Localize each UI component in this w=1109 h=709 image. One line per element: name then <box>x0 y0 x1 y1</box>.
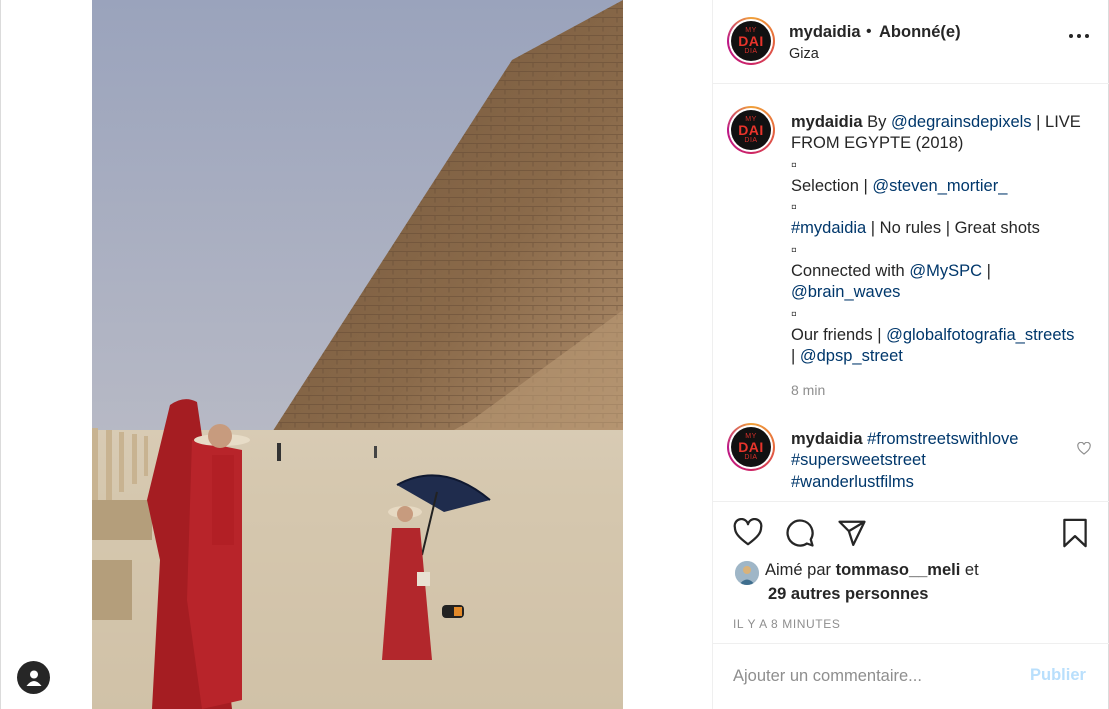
separator-dot: • <box>866 23 872 40</box>
mydaidia-logo: MY DAI DIA <box>731 427 771 467</box>
hashtag-link[interactable]: #fromstreetswithlove <box>867 430 1018 448</box>
separator-square: ▫ <box>791 240 797 259</box>
post-photo[interactable] <box>92 0 623 709</box>
logo-text-dai: DAI <box>738 33 764 49</box>
user-icon <box>26 670 41 686</box>
mydaidia-logo: MY DAI DIA <box>731 110 771 150</box>
separator-square: ▫ <box>791 198 797 217</box>
caption-text-part: Selection | <box>791 176 873 195</box>
caption-text-part: | No rules | Great shots <box>866 219 1040 238</box>
logo-text-dia: DIA <box>744 137 758 144</box>
separator-square: ▫ <box>791 155 797 174</box>
account-button[interactable] <box>17 661 50 694</box>
post-photo-image <box>92 0 623 709</box>
logo-text-dia: DIA <box>744 454 758 461</box>
heart-icon[interactable] <box>733 518 763 548</box>
mention-link[interactable]: @steven_mortier_ <box>872 177 1007 195</box>
liker-username[interactable]: tommaso__meli <box>836 561 961 579</box>
comment-username[interactable]: mydaidia <box>791 430 863 448</box>
media-area <box>0 0 712 709</box>
liker-avatar[interactable] <box>735 561 759 585</box>
likes-summary: Aimé par tommaso__meli et <box>765 561 979 580</box>
post-panel: MY DAI DIA mydaidia • Abonné(e) Giza MY … <box>712 0 1109 709</box>
liker-avatar-image <box>735 561 759 585</box>
likes-prefix: Aimé par <box>765 561 836 579</box>
comment-input[interactable] <box>733 664 1023 688</box>
caption-text-part: | <box>791 347 800 366</box>
bookmark-icon[interactable] <box>1060 518 1090 548</box>
author-avatar[interactable]: MY DAI DIA <box>727 17 775 65</box>
post-header: MY DAI DIA mydaidia • Abonné(e) Giza <box>713 0 1109 84</box>
paper-plane-icon[interactable] <box>837 518 867 548</box>
caption-text-part: Connected with <box>791 262 910 281</box>
caption-avatar[interactable]: MY DAI DIA <box>727 106 775 154</box>
mention-link[interactable]: @MySPC <box>909 262 982 280</box>
separator-square: ▫ <box>791 304 797 323</box>
mydaidia-logo: MY DAI DIA <box>731 21 771 61</box>
post-timestamp[interactable]: IL Y A 8 MINUTES <box>733 617 840 631</box>
logo-text-dai: DAI <box>738 439 764 455</box>
comment-like-heart-icon[interactable] <box>1077 442 1091 455</box>
comments-list[interactable]: MY DAI DIA mydaidia By @degrainsdepixels… <box>713 84 1109 501</box>
mention-link[interactable]: @dpsp_street <box>800 347 903 365</box>
comment-text: mydaidia #fromstreetswithlove #superswee… <box>791 429 1061 493</box>
post-actions: Aimé par tommaso__meli et 29 autres pers… <box>713 501 1109 643</box>
more-dot <box>1069 34 1073 38</box>
add-comment-section: Publier <box>713 643 1109 709</box>
caption-text-part: Our friends | <box>791 325 887 344</box>
post-location[interactable]: Giza <box>789 46 819 62</box>
more-options-button[interactable] <box>1069 30 1089 42</box>
caption-text: mydaidia By @degrainsdepixels | LIVE FRO… <box>791 112 1096 368</box>
author-username[interactable]: mydaidia <box>789 23 861 42</box>
likes-suffix: et <box>960 561 979 579</box>
hashtag-link[interactable]: #mydaidia <box>791 219 866 237</box>
mention-link[interactable]: @brain_waves <box>791 283 900 301</box>
logo-text-dai: DAI <box>738 122 764 138</box>
comment-avatar[interactable]: MY DAI DIA <box>727 423 775 471</box>
hashtag-link[interactable]: #wanderlustfilms <box>791 473 914 491</box>
logo-text-dia: DIA <box>744 48 758 55</box>
more-dot <box>1085 34 1089 38</box>
mention-link[interactable]: @globalfotografia_streets <box>886 326 1074 344</box>
follow-status-button[interactable]: Abonné(e) <box>879 23 961 42</box>
caption-text-part: By <box>862 113 891 131</box>
publish-button[interactable]: Publier <box>1030 666 1086 685</box>
likes-others-button[interactable]: 29 autres personnes <box>768 585 929 604</box>
more-dot <box>1077 34 1081 38</box>
caption-time[interactable]: 8 min <box>791 382 825 398</box>
comment-icon[interactable] <box>785 518 815 548</box>
mention-link[interactable]: @degrainsdepixels <box>891 113 1032 131</box>
hashtag-link[interactable]: #supersweetstreet <box>791 451 926 469</box>
caption-text-part: | <box>982 262 991 281</box>
caption-username[interactable]: mydaidia <box>791 113 863 131</box>
